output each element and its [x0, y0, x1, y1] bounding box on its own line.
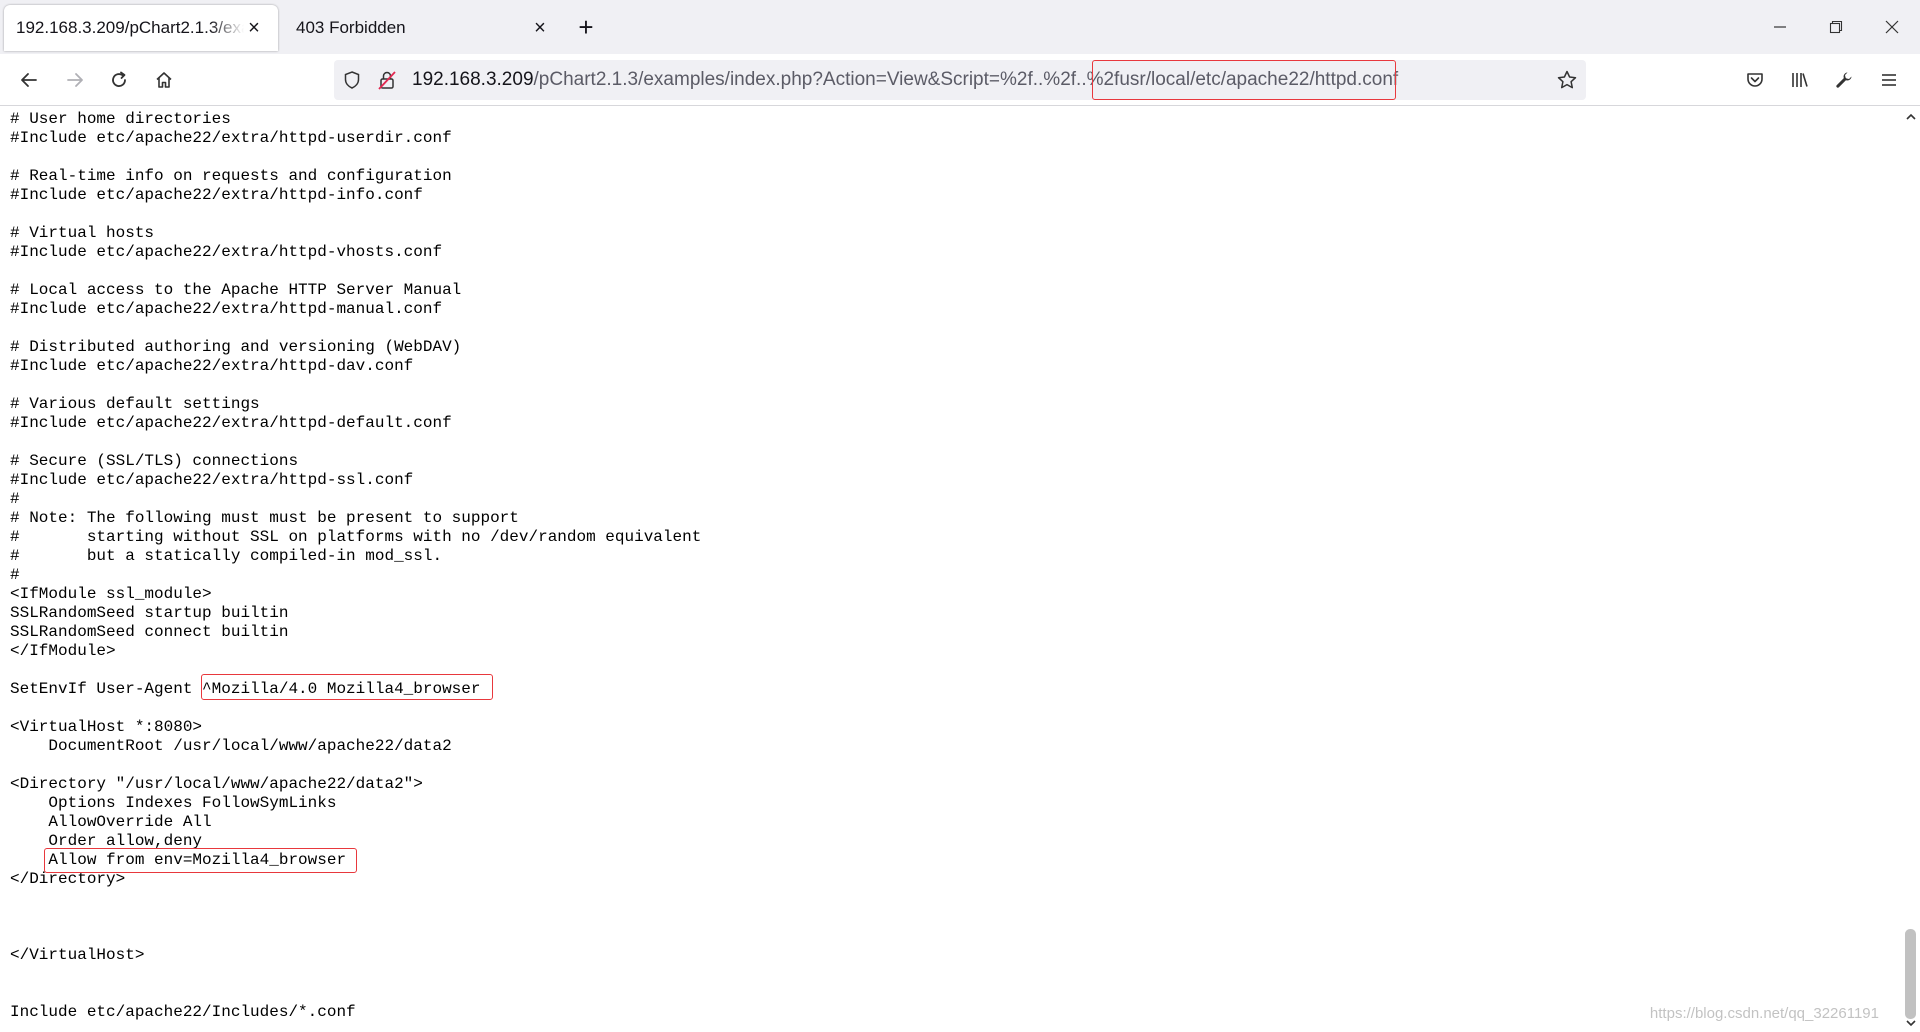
home-icon — [156, 72, 172, 88]
config-file-text: # User home directories #Include etc/apac… — [10, 110, 701, 1022]
tab-close-button[interactable]: × — [530, 18, 550, 38]
minimize-icon — [1774, 26, 1786, 28]
code-line: # Secure (SSL/TLS) connections — [10, 452, 299, 470]
shield-icon[interactable] — [342, 70, 362, 95]
code-line: # Local access to the Apache HTTP Server… — [10, 281, 462, 299]
code-line: # Various default settings — [10, 395, 260, 413]
new-tab-button[interactable]: + — [568, 9, 604, 45]
tab-active[interactable]: 192.168.3.209/pChart2.1.3/examples/index… — [4, 5, 278, 51]
code-line: AllowOverride All — [10, 813, 212, 831]
wrench-icon — [1836, 72, 1852, 88]
tab-close-button[interactable]: × — [244, 18, 264, 38]
minimize-button[interactable] — [1752, 0, 1808, 54]
back-button[interactable] — [9, 60, 49, 100]
menu-button[interactable] — [1869, 60, 1909, 100]
tab-title: 403 Forbidden — [296, 18, 406, 37]
code-line: # starting without SSL on platforms with… — [10, 528, 702, 546]
scroll-down-button[interactable] — [1901, 1013, 1920, 1032]
vertical-scrollbar[interactable] — [1901, 107, 1920, 1032]
restore-icon — [1829, 20, 1843, 34]
reload-icon — [112, 71, 126, 87]
bookmark-star-button[interactable] — [1556, 69, 1578, 96]
hamburger-menu-icon — [1882, 74, 1896, 86]
forward-button[interactable] — [55, 60, 95, 100]
close-icon — [1885, 20, 1899, 34]
pocket-icon — [1747, 73, 1763, 87]
code-line: DocumentRoot /usr/local/www/apache22/dat… — [10, 737, 452, 755]
code-line: </VirtualHost> — [10, 946, 145, 964]
highlight-useragent-box — [201, 674, 493, 700]
arrow-right-icon — [67, 73, 83, 87]
code-line: # — [10, 566, 20, 584]
code-line: # but a statically compiled-in mod_ssl. — [10, 547, 443, 565]
url-bar[interactable]: 192.168.3.209/pChart2.1.3/examples/index… — [334, 60, 1586, 100]
code-line: # Distributed authoring and versioning (… — [10, 338, 462, 356]
code-line: <Directory "/usr/local/www/apache22/data… — [10, 775, 423, 793]
restore-button[interactable] — [1808, 0, 1864, 54]
star-icon — [1557, 70, 1577, 89]
scroll-thumb[interactable] — [1905, 929, 1916, 1019]
code-line: # Virtual hosts — [10, 224, 155, 242]
highlight-allow-box — [44, 848, 357, 873]
code-line: Include etc/apache22/Includes/*.conf — [10, 1003, 356, 1021]
page-content: # User home directories #Include etc/apac… — [0, 107, 1901, 1032]
code-line: # Note: The following must must be prese… — [10, 509, 519, 527]
pocket-button[interactable] — [1735, 60, 1775, 100]
tab-inactive[interactable]: 403 Forbidden × — [284, 5, 564, 51]
code-line: Options Indexes FollowSymLinks — [10, 794, 337, 812]
watermark: https://blog.csdn.net/qq_32261191 — [1649, 1005, 1879, 1022]
code-line: #Include etc/apache22/extra/httpd-vhosts… — [10, 243, 443, 261]
code-line: # User home directories — [10, 110, 231, 128]
library-icon — [1792, 73, 1808, 87]
code-line: SSLRandomSeed startup builtin — [10, 604, 289, 622]
window-controls — [1752, 0, 1920, 54]
reload-button[interactable] — [99, 60, 139, 100]
code-line: # Real-time info on requests and configu… — [10, 167, 452, 185]
lock-insecure-icon[interactable] — [376, 69, 398, 96]
code-line: # — [10, 490, 20, 508]
url-host: 192.168.3.209 — [412, 69, 534, 90]
code-line: #Include etc/apache22/extra/httpd-ssl.co… — [10, 471, 414, 489]
tab-strip: 192.168.3.209/pChart2.1.3/examples/index… — [0, 0, 1920, 54]
close-window-button[interactable] — [1864, 0, 1920, 54]
chevron-up-icon — [1905, 113, 1916, 120]
code-line: <IfModule ssl_module> — [10, 585, 212, 603]
tab-title: 192.168.3.209/pChart2.1.3/examples/index… — [16, 18, 244, 37]
library-button[interactable] — [1779, 60, 1819, 100]
code-line: #Include etc/apache22/extra/httpd-defaul… — [10, 414, 452, 432]
home-button[interactable] — [144, 60, 184, 100]
code-line: #Include etc/apache22/extra/httpd-userdi… — [10, 129, 452, 147]
code-line: <VirtualHost *:8080> — [10, 718, 203, 736]
chevron-down-icon — [1905, 1019, 1916, 1026]
code-line: #Include etc/apache22/extra/httpd-dav.co… — [10, 357, 414, 375]
code-line: #Include etc/apache22/extra/httpd-manual… — [10, 300, 443, 318]
code-line: </IfModule> — [10, 642, 116, 660]
scroll-up-button[interactable] — [1901, 107, 1920, 126]
navigation-toolbar: 192.168.3.209/pChart2.1.3/examples/index… — [0, 54, 1920, 106]
arrow-left-icon — [21, 73, 37, 87]
code-line: SSLRandomSeed connect builtin — [10, 623, 289, 641]
code-line: #Include etc/apache22/extra/httpd-info.c… — [10, 186, 423, 204]
url-highlight-box — [1092, 60, 1396, 100]
tools-button[interactable] — [1824, 60, 1864, 100]
